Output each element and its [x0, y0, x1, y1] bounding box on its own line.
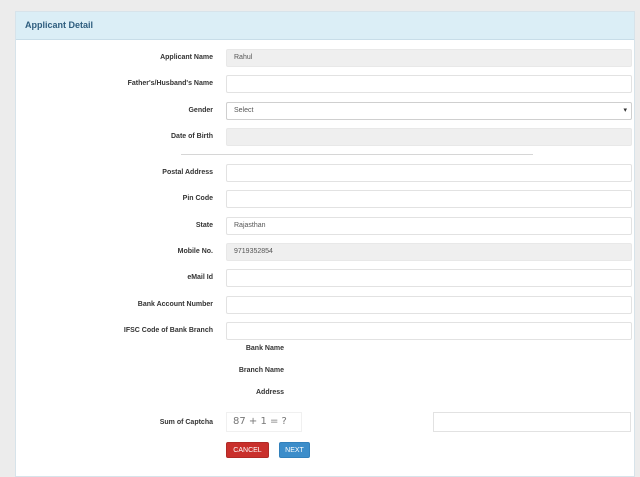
bank-name-label: Bank Name: [245, 345, 284, 352]
captcha-label: Sum of Captcha: [159, 419, 213, 426]
chevron-down-icon: ▾: [623, 107, 627, 114]
next-button[interactable]: NEXT: [279, 442, 310, 458]
gender-label: Gender: [188, 107, 213, 114]
mobile-label: Mobile No.: [177, 248, 213, 255]
postal-address-label: Postal Address: [162, 169, 213, 176]
pin-code-label: Pin Code: [182, 195, 213, 202]
state-label: State: [195, 222, 213, 229]
dob-label: Date of Birth: [171, 133, 213, 140]
applicant-detail-panel: Applicant Detail Applicant Name Rahul Fa…: [15, 11, 635, 477]
mobile-field[interactable]: 9719352854: [226, 243, 632, 261]
pin-code-field[interactable]: [226, 190, 632, 208]
address-label: Address: [255, 389, 284, 396]
gender-select[interactable]: Select ▾: [226, 102, 632, 120]
panel-header: Applicant Detail: [16, 12, 634, 40]
ifsc-field[interactable]: [226, 322, 632, 340]
gender-selected-value: Select: [234, 107, 254, 114]
ifsc-label: IFSC Code of Bank Branch: [123, 327, 213, 334]
section-divider: [181, 154, 533, 155]
branch-name-label: Branch Name: [238, 367, 284, 374]
father-name-field[interactable]: [226, 75, 632, 93]
postal-address-field[interactable]: [226, 164, 632, 182]
cancel-button[interactable]: CANCEL: [226, 442, 269, 458]
email-field[interactable]: [226, 269, 632, 287]
captcha-question: 87 + 1 = ?: [226, 412, 302, 432]
applicant-name-label: Applicant Name: [160, 54, 213, 61]
panel-title: Applicant Detail: [25, 20, 94, 30]
father-name-label: Father's/Husband's Name: [127, 80, 213, 87]
email-label: eMail Id: [187, 274, 213, 281]
bank-account-label: Bank Account Number: [137, 301, 213, 308]
applicant-name-field[interactable]: Rahul: [226, 49, 632, 67]
state-field[interactable]: Rajasthan: [226, 217, 632, 235]
captcha-answer-field[interactable]: [433, 412, 631, 432]
bank-account-field[interactable]: [226, 296, 632, 314]
dob-field[interactable]: [226, 128, 632, 146]
